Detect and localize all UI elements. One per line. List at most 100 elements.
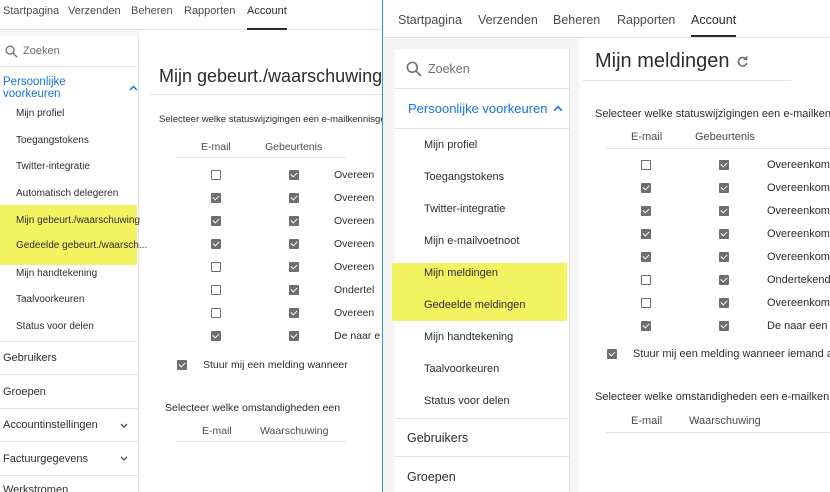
event-checkbox[interactable] — [289, 262, 299, 272]
tab-beheren[interactable]: Beheren — [553, 13, 600, 27]
sidebar-group-gebruikers[interactable]: Gebruikers — [395, 418, 569, 456]
sidebar-section-persoonlijke-voorkeuren[interactable]: Persoonlijke voorkeuren — [3, 76, 138, 100]
sidebar: Zoeken Persoonlijke voorkeuren Mijn prof… — [0, 36, 147, 492]
section-status-heading: Selecteer welke statuswijzigingen een e-… — [595, 108, 830, 120]
sidebar-item-toegangstokens[interactable]: Toegangstokens — [16, 135, 89, 146]
page-title-text: Mijn gebeurt./waarschuwing — [159, 66, 382, 86]
row-label: Overeenkoms — [767, 228, 830, 240]
row-label: De naar e — [334, 330, 381, 342]
sidebar-item-mijn-profiel[interactable]: Mijn profiel — [424, 139, 477, 151]
tab-beheren[interactable]: Beheren — [131, 5, 173, 17]
email-checkbox[interactable] — [641, 183, 651, 193]
search-icon — [5, 44, 18, 58]
tab-account[interactable]: Account — [691, 13, 737, 37]
event-checkbox[interactable] — [289, 193, 299, 203]
row-label: Overeen — [334, 307, 375, 319]
sidebar-item-gedeelde-gebeurt[interactable]: Gedeelde gebeurt./waarsch... — [16, 240, 147, 251]
sidebar-group-werkstromen[interactable]: Werkstromen — [0, 475, 138, 492]
event-checkbox[interactable] — [719, 183, 729, 193]
tab-verzenden[interactable]: Verzenden — [478, 13, 538, 27]
email-checkbox[interactable] — [211, 262, 221, 272]
sidebar-group-accountinstellingen[interactable]: Accountinstellingen — [0, 408, 138, 441]
event-checkbox[interactable] — [289, 308, 299, 318]
sidebar-item-mijn-handtekening[interactable]: Mijn handtekening — [16, 268, 97, 279]
col-header-warning: Waarschuwing — [260, 425, 329, 437]
event-checkbox[interactable] — [719, 275, 729, 285]
row-label: Ondertekende — [767, 274, 830, 286]
sidebar-item-automatisch-delegeren[interactable]: Automatisch delegeren — [16, 188, 118, 199]
tab-rapporten[interactable]: Rapporten — [184, 5, 235, 17]
sidebar-item-taalvoorkeuren[interactable]: Taalvoorkeuren — [16, 294, 84, 305]
event-checkbox[interactable] — [719, 252, 729, 262]
search-input[interactable]: Zoeken — [428, 62, 470, 76]
notify-checkbox[interactable] — [177, 360, 187, 370]
sidebar-item-taalvoorkeuren[interactable]: Taalvoorkeuren — [424, 363, 499, 375]
email-checkbox[interactable] — [211, 239, 221, 249]
row-label: Overeen — [334, 238, 375, 250]
email-checkbox[interactable] — [641, 206, 651, 216]
section-label: Persoonlijke voorkeuren — [408, 101, 548, 116]
event-checkbox[interactable] — [719, 206, 729, 216]
sidebar-item-status-voor-delen[interactable]: Status voor delen — [16, 321, 94, 332]
sidebar-item-mijn-meldingen[interactable]: Mijn meldingen — [424, 267, 498, 279]
sidebar-item-toegangstokens[interactable]: Toegangstokens — [424, 171, 504, 183]
email-checkbox[interactable] — [641, 252, 651, 262]
sidebar-item-mijn-handtekening[interactable]: Mijn handtekening — [424, 331, 513, 343]
email-checkbox[interactable] — [211, 216, 221, 226]
event-checkbox[interactable] — [289, 170, 299, 180]
sidebar-item-twitter-integratie[interactable]: Twitter-integratie — [424, 203, 505, 215]
sidebar-item-mijn-gebeurt[interactable]: Mijn gebeurt./waarschuwing — [16, 215, 140, 226]
event-checkbox[interactable] — [289, 285, 299, 295]
group-label: Gebruikers — [407, 430, 469, 445]
event-checkbox[interactable] — [289, 216, 299, 226]
row-label: Overeen — [334, 261, 375, 273]
email-checkbox[interactable] — [211, 331, 221, 341]
email-checkbox[interactable] — [641, 275, 651, 285]
email-checkbox[interactable] — [211, 308, 221, 318]
search-icon — [406, 61, 422, 76]
left-screenshot-pane: Startpagina Verzenden Beheren Rapporten … — [0, 0, 382, 492]
page-title-text: Mijn meldingen — [595, 50, 730, 72]
tab-startpagina[interactable]: Startpagina — [3, 5, 59, 17]
search-input[interactable]: Zoeken — [23, 45, 60, 57]
email-checkbox[interactable] — [641, 160, 651, 170]
search-box[interactable]: Zoeken — [0, 36, 138, 67]
search-box[interactable]: Zoeken — [395, 49, 569, 89]
tab-startpagina[interactable]: Startpagina — [398, 13, 462, 27]
page-title: Mijn meldingen — [595, 50, 749, 73]
sidebar-item-gedeelde-meldingen[interactable]: Gedeelde meldingen — [424, 299, 526, 311]
col-header-email-2: E-mail — [631, 415, 663, 427]
col-header-email: E-mail — [201, 141, 231, 153]
sidebar-section-persoonlijke-voorkeuren[interactable]: Persoonlijke voorkeuren — [408, 101, 563, 116]
col-header-event: Gebeurtenis — [695, 131, 755, 143]
group-label: Accountinstellingen — [3, 419, 98, 431]
event-checkbox[interactable] — [719, 298, 729, 308]
email-checkbox[interactable] — [211, 170, 221, 180]
email-checkbox[interactable] — [211, 193, 221, 203]
sidebar: Zoeken Persoonlijke voorkeuren Mijn prof… — [392, 49, 570, 492]
sidebar-item-mijn-profiel[interactable]: Mijn profiel — [16, 108, 64, 119]
tab-account[interactable]: Account — [247, 5, 287, 30]
col-header-email: E-mail — [631, 131, 663, 143]
sidebar-group-groepen[interactable]: Groepen — [395, 456, 569, 492]
sidebar-group-gebruikers[interactable]: Gebruikers — [0, 341, 138, 374]
email-checkbox[interactable] — [641, 229, 651, 239]
event-checkbox[interactable] — [719, 229, 729, 239]
refresh-icon[interactable] — [736, 55, 749, 68]
notify-checkbox[interactable] — [607, 349, 617, 359]
tab-rapporten[interactable]: Rapporten — [617, 13, 675, 27]
event-checkbox[interactable] — [289, 331, 299, 341]
sidebar-group-factuurgegevens[interactable]: Factuurgegevens — [0, 441, 138, 475]
sidebar-item-mijn-e-mailvoetnoot[interactable]: Mijn e-mailvoetnoot — [424, 235, 519, 247]
event-checkbox[interactable] — [289, 239, 299, 249]
sidebar-group-groepen[interactable]: Groepen — [0, 374, 138, 408]
event-checkbox[interactable] — [719, 321, 729, 331]
email-checkbox[interactable] — [641, 321, 651, 331]
email-checkbox[interactable] — [211, 285, 221, 295]
sidebar-item-status-voor-delen[interactable]: Status voor delen — [424, 395, 510, 407]
row-label: Overeenkoms — [767, 205, 830, 217]
tab-verzenden[interactable]: Verzenden — [68, 5, 121, 17]
sidebar-item-twitter-integratie[interactable]: Twitter-integratie — [16, 161, 90, 172]
event-checkbox[interactable] — [719, 160, 729, 170]
email-checkbox[interactable] — [641, 298, 651, 308]
